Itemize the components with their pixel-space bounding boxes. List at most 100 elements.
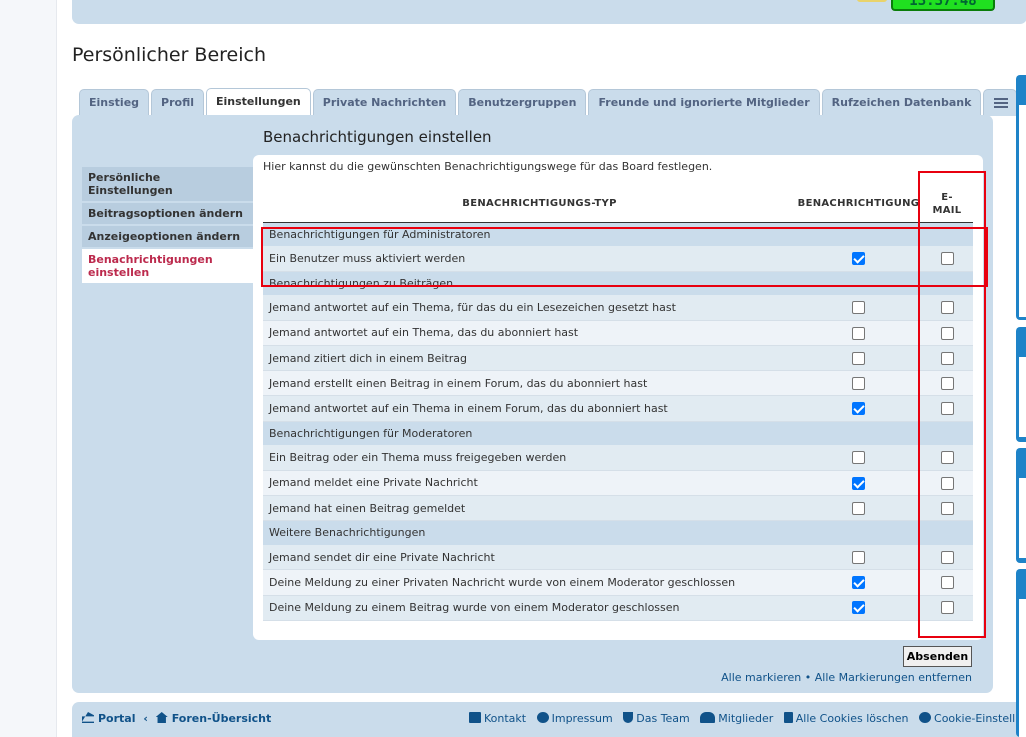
tab-rufzeichen-datenbank[interactable]: Rufzeichen Datenbank <box>821 89 982 116</box>
notification-checkbox[interactable] <box>852 402 865 416</box>
footer-link-label: Das Team <box>636 712 690 725</box>
notification-checkbox[interactable] <box>852 377 865 391</box>
email-checkbox[interactable] <box>940 301 954 315</box>
footer-link-cookie-settings[interactable]: Cookie-Einstellungen <box>919 712 1026 725</box>
notification-type-label: Ein Benutzer muss aktiviert werden <box>263 246 796 272</box>
notification-table-body: Benachrichtigungen für Administratoren Ei… <box>263 222 973 621</box>
notification-cell <box>796 370 921 397</box>
notification-checkbox[interactable] <box>852 550 865 564</box>
info-icon <box>536 712 549 723</box>
table-row: Ein Benutzer muss aktiviert werden <box>263 246 973 272</box>
table-row: Jemand sendet dir eine Private Nachricht <box>263 544 973 571</box>
table-row: Jemand zitiert dich in einem Beitrag <box>263 345 973 372</box>
tab-benutzergruppen[interactable]: Benutzergruppen <box>458 89 587 116</box>
footer-links: Kontakt Impressum Das Team Mitglieder Al… <box>469 712 1026 725</box>
table-row: Jemand meldet eine Private Nachricht <box>263 470 973 497</box>
page-title: Persönlicher Bereich <box>72 44 267 66</box>
table-row: Jemand hat einen Beitrag gemeldet <box>263 495 973 522</box>
home-icon <box>155 712 168 723</box>
sidebar-block-body <box>1019 105 1026 317</box>
right-sidebar-edge <box>1016 75 1026 737</box>
mark-all-link[interactable]: Alle markieren <box>721 671 801 684</box>
group-header: Weitere Benachrichtigungen <box>263 520 973 545</box>
settings-sidenav: Persönliche Einstellungen Beitragsoption… <box>82 167 254 285</box>
sidenav-benachrichtigungen[interactable]: Benachrichtigungen einstellen <box>82 249 254 283</box>
unmark-all-link[interactable]: Alle Markierungen entfernen <box>815 671 972 684</box>
header-email-line1: E- <box>941 191 953 203</box>
email-checkbox[interactable] <box>940 550 954 564</box>
footer-link-label: Impressum <box>551 712 613 725</box>
footer-link-label: Mitglieder <box>718 712 774 725</box>
sidenav-anzeigeoptionen[interactable]: Anzeigeoptionen ändern <box>82 226 254 247</box>
tab-profil[interactable]: Profil <box>151 89 204 116</box>
sidebar-block-body <box>1019 357 1026 437</box>
tab-einstieg[interactable]: Einstieg <box>79 89 150 116</box>
email-cell <box>921 295 973 321</box>
sidenav-beitragsoptionen[interactable]: Beitragsoptionen ändern <box>82 203 254 224</box>
email-cell <box>921 544 973 571</box>
sidenav-persoenliche-einstellungen[interactable]: Persönliche Einstellungen <box>82 167 254 201</box>
email-checkbox[interactable] <box>940 501 954 515</box>
footer-link-mitglieder[interactable]: Mitglieder <box>700 712 773 725</box>
notification-cell <box>796 295 921 321</box>
notification-cell <box>796 345 921 372</box>
email-checkbox[interactable] <box>940 377 954 391</box>
notification-type-label: Jemand erstellt einen Beitrag in einem F… <box>263 370 796 397</box>
group-header: Benachrichtigungen für Moderatoren <box>263 421 973 446</box>
email-checkbox[interactable] <box>940 252 954 266</box>
email-checkbox[interactable] <box>940 351 954 365</box>
mark-links: Alle markieren • Alle Markierungen entfe… <box>721 671 972 684</box>
crumb-forum-index[interactable]: Foren-Übersicht <box>172 712 272 725</box>
footer-link-team[interactable]: Das Team <box>623 712 690 725</box>
notification-checkbox[interactable] <box>852 601 865 615</box>
email-checkbox[interactable] <box>940 476 954 490</box>
notification-type-label: Ein Beitrag oder ein Thema muss freigege… <box>263 445 796 471</box>
crumb-portal[interactable]: Portal <box>98 712 136 725</box>
email-cell <box>921 246 973 272</box>
notification-checkbox[interactable] <box>852 301 865 315</box>
notification-checkbox[interactable] <box>852 501 865 515</box>
notification-checkbox[interactable] <box>852 476 865 490</box>
notification-cell <box>796 395 921 422</box>
email-checkbox[interactable] <box>940 601 954 615</box>
table-row: Jemand antwortet auf ein Thema, das du a… <box>263 320 973 347</box>
email-cell <box>921 395 973 422</box>
notification-checkbox[interactable] <box>852 451 865 465</box>
notification-cell <box>796 445 921 471</box>
footer-link-cookies-delete[interactable]: Alle Cookies löschen <box>783 712 909 725</box>
trash-icon <box>783 712 793 723</box>
tab-einstellungen[interactable]: Einstellungen <box>206 88 311 116</box>
notification-cell <box>796 569 921 596</box>
notification-checkbox[interactable] <box>852 326 865 340</box>
table-row: Jemand antwortet auf ein Thema, für das … <box>263 295 973 321</box>
notification-type-label: Jemand zitiert dich in einem Beitrag <box>263 345 796 372</box>
notification-type-label: Deine Meldung zu einem Beitrag wurde von… <box>263 595 796 621</box>
tab-more-menu[interactable] <box>983 89 1018 116</box>
users-icon <box>700 712 716 723</box>
tab-private-nachrichten[interactable]: Private Nachrichten <box>312 89 457 116</box>
submit-button[interactable]: Absenden <box>903 646 972 667</box>
email-cell <box>921 320 973 347</box>
table-row: Deine Meldung zu einer Privaten Nachrich… <box>263 569 973 596</box>
header-notification: BENACHRICHTIGUNG <box>796 186 921 223</box>
notification-cell <box>796 544 921 571</box>
notification-type-label: Jemand antwortet auf ein Thema in einem … <box>263 395 796 422</box>
email-checkbox[interactable] <box>940 402 954 416</box>
tab-freunde[interactable]: Freunde und ignorierte Mitglieder <box>588 89 820 116</box>
notification-type-label: Jemand antwortet auf ein Thema, das du a… <box>263 320 796 347</box>
table-row: Jemand erstellt einen Beitrag in einem F… <box>263 370 973 397</box>
crumb-separator: ‹ <box>143 712 148 725</box>
email-checkbox[interactable] <box>940 576 954 590</box>
notification-checkbox[interactable] <box>852 576 865 590</box>
cookie-icon <box>919 712 932 723</box>
notification-type-label: Jemand sendet dir eine Private Nachricht <box>263 544 796 571</box>
email-checkbox[interactable] <box>940 451 954 465</box>
footer-link-impressum[interactable]: Impressum <box>536 712 613 725</box>
notification-cell <box>796 495 921 522</box>
clock-display: 13:37:48 <box>891 0 995 11</box>
email-checkbox[interactable] <box>940 326 954 340</box>
notification-checkbox[interactable] <box>852 252 865 266</box>
footer-link-label: Alle Cookies löschen <box>795 712 909 725</box>
notification-checkbox[interactable] <box>852 351 865 365</box>
footer-link-kontakt[interactable]: Kontakt <box>469 712 526 725</box>
